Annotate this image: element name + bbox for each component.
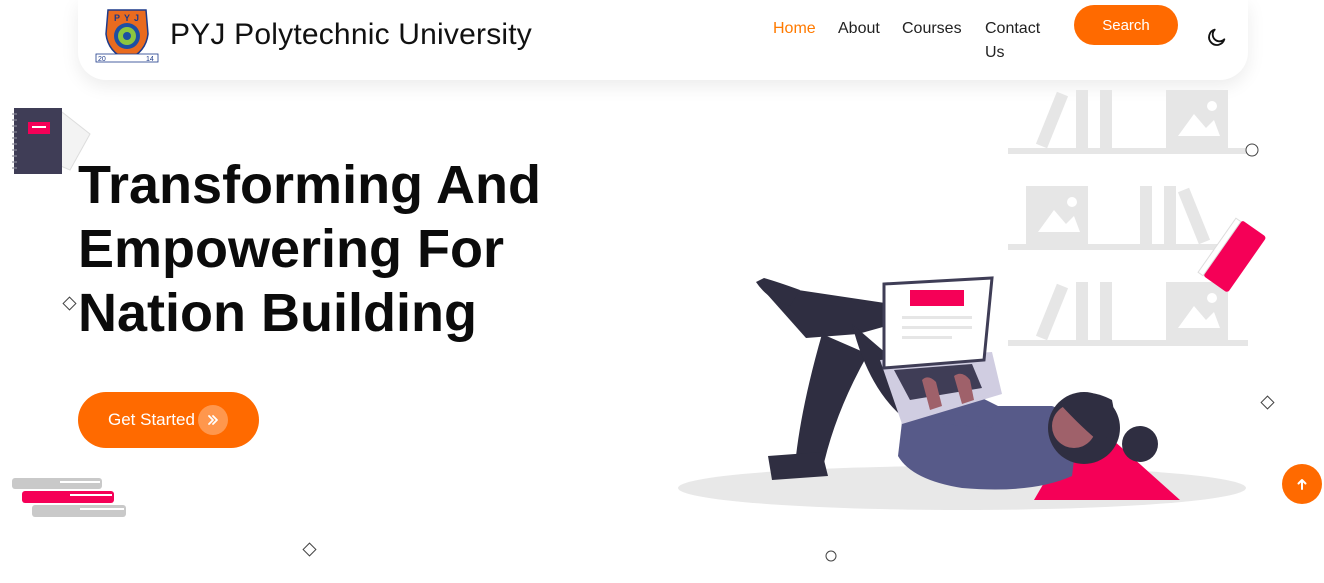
person-with-laptop-illustration [756,276,1180,500]
moon-icon[interactable] [1206,26,1228,48]
svg-text:Y: Y [124,13,130,23]
scroll-to-top-button[interactable] [1282,464,1322,504]
university-logo[interactable]: P Y J 20 14 [94,4,160,66]
books-stack-decoration [12,478,126,517]
arrow-up-icon [1297,479,1307,490]
nav-courses-link[interactable]: Courses [902,17,962,41]
pink-book-illustration [1197,217,1266,292]
svg-text:P: P [114,13,120,23]
brand-name[interactable]: PYJ Polytechnic University [170,18,532,52]
diamond-decoration [302,542,317,557]
get-started-label: Get Started [108,410,195,429]
nav-about-link[interactable]: About [838,17,880,41]
diamond-decoration [62,296,77,311]
hero-illustration [678,90,1266,510]
hero-title-line-1: Transforming And [78,155,542,215]
nav-home-link[interactable]: Home [773,17,816,41]
svg-text:J: J [134,13,139,23]
hero-title-line-2: Empowering For [78,219,505,279]
navbar: P Y J 20 14 PYJ Polytechnic University H… [78,0,1248,80]
bookshelf-illustration [1008,90,1259,346]
search-button[interactable]: Search [1074,5,1178,45]
logo-year-left: 20 [98,56,106,63]
hero-title: Transforming And Empowering For Nation B… [78,153,638,345]
get-started-button[interactable]: Get Started [78,392,259,448]
logo-year-right: 14 [146,56,154,63]
notebook-decoration [12,108,91,174]
hero-title-line-3: Nation Building [78,283,477,343]
double-chevron-right-icon [198,405,228,435]
nav-contact-link[interactable]: Contact Us [985,17,1047,65]
circle-decoration [825,550,837,562]
